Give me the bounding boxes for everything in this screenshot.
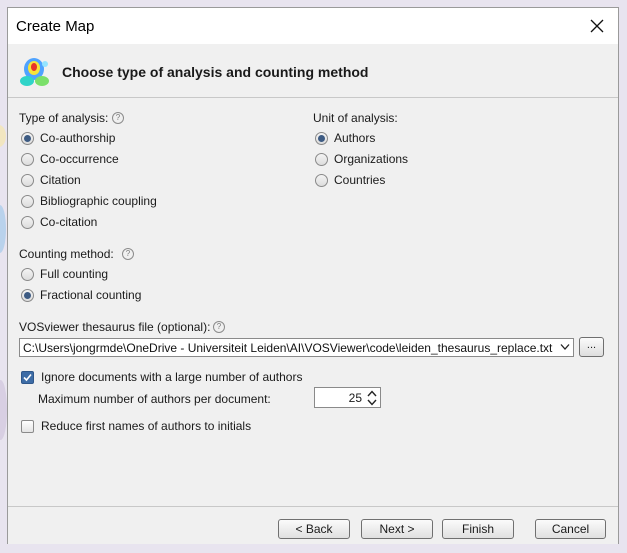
max-authors-value: 25: [348, 391, 362, 405]
help-icon[interactable]: ?: [112, 112, 124, 124]
radio-co-occurrence[interactable]: Co-occurrence: [21, 151, 119, 167]
checkbox-label: Reduce first names of authors to initial…: [41, 419, 252, 433]
help-icon[interactable]: ?: [122, 248, 134, 260]
max-authors-spinner[interactable]: 25: [314, 387, 381, 408]
radio-indicator: [315, 131, 328, 145]
radio-label: Countries: [334, 173, 386, 187]
radio-label: Co-occurrence: [40, 152, 119, 166]
counting-method-label: Counting method:: [19, 247, 114, 261]
close-icon: [590, 19, 604, 33]
radio-label: Co-citation: [40, 215, 98, 229]
vosviewer-logo-icon: [20, 58, 49, 86]
title-bar: Create Map: [8, 8, 618, 44]
radio-label: Full counting: [40, 267, 109, 281]
create-map-dialog: Create Map Choose type of analysis and c…: [7, 7, 619, 544]
radio-indicator: [21, 215, 34, 229]
back-button[interactable]: < Back: [278, 519, 350, 539]
analysis-type-label: Type of analysis:: [19, 111, 109, 125]
close-button[interactable]: [582, 12, 612, 40]
radio-authors[interactable]: Authors: [315, 130, 375, 146]
radio-co-citation[interactable]: Co-citation: [21, 214, 97, 230]
radio-indicator: [315, 173, 328, 187]
radio-full-counting[interactable]: Full counting: [21, 266, 108, 282]
window-title: Create Map: [16, 18, 95, 35]
checkbox-reduce-first-names[interactable]: Reduce first names of authors to initial…: [21, 418, 251, 434]
radio-label: Co-authorship: [40, 131, 116, 145]
radio-label: Citation: [40, 173, 81, 187]
checkbox-ignore-large-author-count[interactable]: Ignore documents with a large number of …: [21, 369, 302, 385]
finish-button[interactable]: Finish: [442, 519, 514, 539]
thesaurus-file-value: C:\Users\jongrmde\OneDrive - Universitei…: [23, 341, 553, 355]
radio-indicator: [21, 152, 34, 166]
radio-indicator: [21, 267, 34, 281]
radio-label: Bibliographic coupling: [40, 194, 157, 208]
checkbox-indicator: [21, 370, 34, 384]
header-title: Choose type of analysis and counting met…: [62, 64, 369, 80]
radio-indicator: [21, 131, 34, 145]
background-blob: [0, 125, 6, 147]
cancel-button[interactable]: Cancel: [535, 519, 606, 539]
background-blob: [0, 205, 6, 253]
wizard-footer: < Back Next > Finish Cancel: [8, 506, 618, 544]
background-blob: [0, 380, 7, 440]
radio-fractional-counting[interactable]: Fractional counting: [21, 287, 141, 303]
wizard-body: Type of analysis: ? Co-authorship Co-occ…: [8, 98, 618, 506]
checkbox-label: Ignore documents with a large number of …: [41, 370, 303, 384]
radio-indicator: [21, 288, 34, 302]
radio-label: Authors: [334, 131, 376, 145]
max-authors-label: Maximum number of authors per document:: [38, 392, 271, 406]
radio-co-authorship[interactable]: Co-authorship: [21, 130, 115, 146]
radio-indicator: [315, 152, 328, 166]
checkbox-indicator: [21, 419, 34, 433]
radio-organizations[interactable]: Organizations: [315, 151, 408, 167]
checkmark-icon: [23, 373, 32, 381]
radio-label: Fractional counting: [40, 288, 142, 302]
help-icon[interactable]: ?: [213, 321, 225, 333]
thesaurus-file-combobox[interactable]: C:\Users\jongrmde\OneDrive - Universitei…: [19, 338, 574, 357]
next-button[interactable]: Next >: [361, 519, 433, 539]
chevron-down-icon: [560, 344, 570, 350]
browse-button[interactable]: ...: [579, 337, 604, 357]
radio-indicator: [21, 194, 34, 208]
radio-bibliographic-coupling[interactable]: Bibliographic coupling: [21, 193, 157, 209]
thesaurus-label: VOSviewer thesaurus file (optional):: [19, 320, 211, 334]
unit-of-analysis-label: Unit of analysis:: [313, 111, 398, 125]
radio-countries[interactable]: Countries: [315, 172, 385, 188]
radio-citation[interactable]: Citation: [21, 172, 81, 188]
radio-indicator: [21, 173, 34, 187]
spinner-up-icon[interactable]: [366, 389, 378, 398]
spinner-down-icon[interactable]: [366, 398, 378, 407]
radio-label: Organizations: [334, 152, 409, 166]
wizard-header: Choose type of analysis and counting met…: [8, 44, 618, 98]
